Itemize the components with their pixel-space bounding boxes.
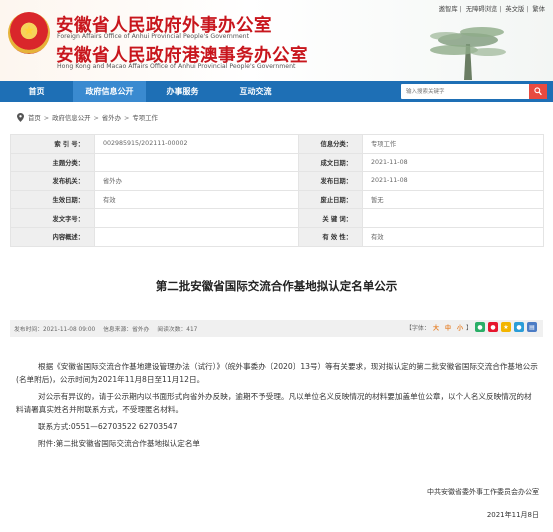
location-pin-icon: [17, 113, 24, 122]
weibo-share-icon[interactable]: ●: [488, 322, 498, 332]
table-row: 发文字号： 关 键 词：: [10, 208, 544, 228]
article-paragraph: 根据《安徽省国际交流合作基地建设管理办法（试行）》（皖外事委办〔2020〕13号…: [16, 362, 538, 384]
nav-item-interaction[interactable]: 互动交流: [219, 81, 292, 102]
info-label: 废止日期：: [298, 189, 363, 210]
breadcrumb-gov-info[interactable]: 政府信息公开: [52, 113, 90, 122]
breadcrumb-special-work[interactable]: 专项工作: [132, 113, 158, 122]
info-label: 发布日期：: [298, 171, 363, 191]
top-link-think-tank[interactable]: 邀智库: [439, 6, 458, 13]
font-size-small[interactable]: 小: [457, 323, 463, 332]
info-label: 索 引 号：: [10, 134, 95, 154]
table-row: 发布机关： 省外办 发布日期： 2021-11-08: [10, 171, 544, 191]
info-label: 成文日期：: [298, 152, 363, 173]
info-label: 生效日期：: [10, 189, 95, 210]
breadcrumb-home[interactable]: 首页: [28, 113, 41, 122]
font-size-medium[interactable]: 中: [445, 323, 451, 332]
main-nav: 首页 政府信息公开 办事服务 互动交流: [0, 81, 553, 102]
table-row: 生效日期： 有效 废止日期： 暂无: [10, 189, 544, 210]
search-box: [401, 84, 547, 99]
article-title: 第二批安徽省国际交流合作基地拟认定名单公示: [155, 279, 398, 293]
info-source: 信息来源：省外办: [103, 327, 150, 333]
signature-org: 中共安徽省委外事工作委员会办公室: [427, 488, 539, 496]
font-size-label: 【字体：: [405, 324, 430, 332]
pine-tree-icon: [430, 27, 506, 80]
breadcrumb: 首页 > 政府信息公开 > 省外办 > 专项工作: [17, 113, 158, 122]
article-body: 根据《安徽省国际交流合作基地建设管理办法（试行）》（皖外事委办〔2020〕13号…: [16, 360, 539, 450]
publish-time: 发布时间：2021-11-08 09:00: [14, 327, 96, 333]
info-label: 有 效 性：: [298, 226, 363, 247]
search-button[interactable]: [529, 84, 547, 99]
nav-item-home[interactable]: 首页: [0, 81, 73, 102]
info-value: [94, 226, 299, 247]
print-icon[interactable]: ▤: [527, 322, 537, 332]
info-value: [94, 208, 299, 228]
attachment-link[interactable]: 附件:第二批安徽省国际交流合作基地拟认定名单: [16, 437, 539, 450]
top-links: 邀智库 | 无障碍浏览 | 英文版 | 繁体: [438, 6, 545, 13]
nav-item-services[interactable]: 办事服务: [146, 81, 219, 102]
info-value: 002985915/202111-00002: [94, 134, 299, 154]
site-title-en-1: Foreign Affairs Office of Anhui Provinci…: [57, 33, 250, 40]
qq-share-icon[interactable]: ●: [514, 322, 524, 332]
info-value: 专项工作: [362, 134, 544, 154]
national-emblem-icon: ★: [8, 12, 50, 54]
nav-item-gov-info[interactable]: 政府信息公开: [73, 81, 146, 102]
info-value: [94, 152, 299, 173]
info-value: 2021-11-08: [362, 152, 544, 173]
font-size-large[interactable]: 大: [433, 323, 439, 332]
info-value: [362, 208, 544, 228]
top-link-english[interactable]: 英文版: [505, 6, 524, 13]
search-icon: [534, 87, 542, 96]
info-value: 有效: [94, 189, 299, 210]
info-value: 省外办: [94, 171, 299, 191]
info-label: 发布机关：: [10, 171, 95, 191]
document-info-table: 索 引 号： 002985915/202111-00002 信息分类： 专项工作…: [10, 134, 544, 247]
site-header: ★ 安徽省人民政府外事办公室 Foreign Affairs Office of…: [0, 0, 553, 81]
table-row: 内容概述： 有 效 性： 有效: [10, 226, 544, 247]
info-label: 发文字号：: [10, 208, 95, 228]
article-meta-bar: 发布时间：2021-11-08 09:00 信息来源：省外办 阅读次数：417 …: [10, 320, 543, 337]
search-input[interactable]: [401, 84, 521, 99]
signature-date: 2021年11月8日: [486, 511, 539, 519]
info-value: 有效: [362, 226, 544, 247]
qzone-share-icon[interactable]: ★: [501, 322, 511, 332]
table-row: 主题分类： 成文日期： 2021-11-08: [10, 152, 544, 173]
font-size-close: 】: [465, 324, 472, 332]
site-title-en-2: Hong Kong and Macao Affairs Office of An…: [57, 63, 296, 70]
top-link-accessibility[interactable]: 无障碍浏览: [466, 6, 497, 13]
view-count: 阅读次数：417: [157, 327, 198, 333]
info-value: 暂无: [362, 189, 544, 210]
info-label: 内容概述：: [10, 226, 95, 247]
article-paragraph: 对公示有异议的，请于公示期内以书面形式向省外办反映，逾期不予受理。凡以单位名义反…: [16, 392, 532, 414]
info-label: 主题分类：: [10, 152, 95, 173]
table-row: 索 引 号： 002985915/202111-00002 信息分类： 专项工作: [10, 134, 544, 154]
info-label: 关 键 词：: [298, 208, 363, 228]
wechat-share-icon[interactable]: ●: [475, 322, 485, 332]
info-value: 2021-11-08: [362, 171, 544, 191]
info-label: 信息分类：: [298, 134, 363, 154]
breadcrumb-office[interactable]: 省外办: [102, 113, 121, 122]
contact-info: 联系方式:0551—62703522 62703547: [38, 422, 178, 431]
top-link-traditional[interactable]: 繁体: [532, 6, 545, 13]
